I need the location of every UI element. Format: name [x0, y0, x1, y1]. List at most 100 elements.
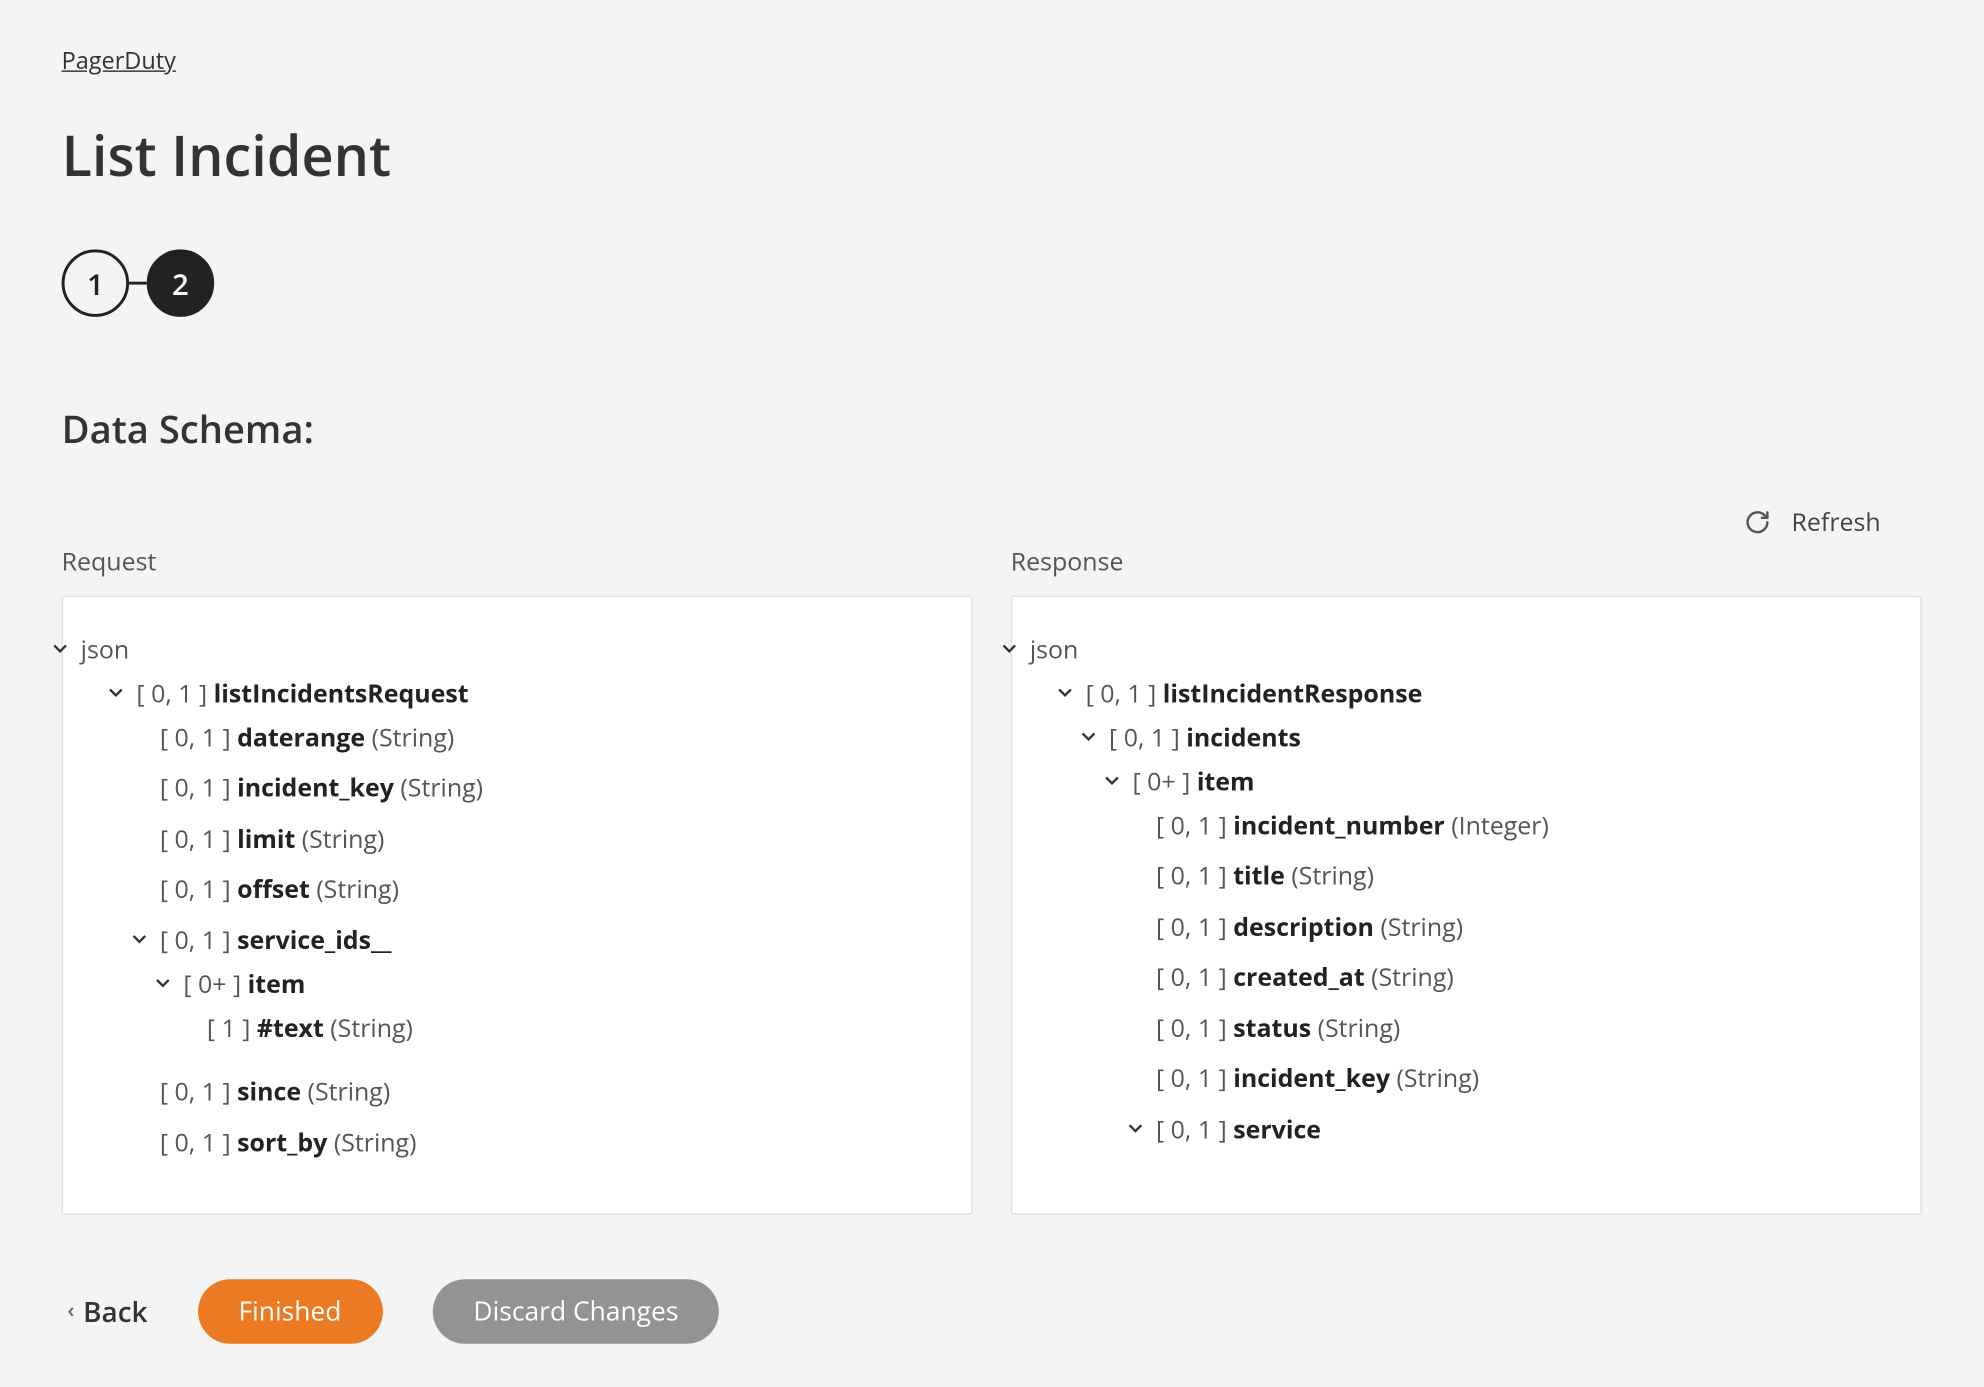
refresh-label: Refresh	[1792, 505, 1881, 539]
tree-node[interactable]: [ 0, 1 ] incident_key (String)	[1127, 1059, 1900, 1096]
chevron-down-icon	[1000, 641, 1018, 656]
field-name: incident_key	[1233, 1061, 1390, 1095]
field-type: (String)	[372, 720, 455, 754]
tree-label: json	[1030, 630, 1078, 667]
field-name: service	[1233, 1111, 1321, 1145]
cardinality: [ 0, 1 ]	[1156, 909, 1227, 943]
cardinality: [ 0, 1 ]	[1156, 1061, 1227, 1095]
field-name: description	[1233, 909, 1374, 943]
field-name: offset	[237, 871, 310, 905]
chevron-down-icon	[1080, 729, 1098, 744]
cardinality: [ 0+ ]	[183, 966, 241, 1000]
chevron-down-icon	[51, 641, 69, 656]
tree-node-json[interactable]: json	[51, 630, 950, 667]
field-type: (String)	[1380, 909, 1463, 943]
tree-label: json	[81, 630, 129, 667]
discard-changes-button[interactable]: Discard Changes	[432, 1278, 719, 1343]
cardinality: [ 0, 1 ]	[1156, 808, 1227, 842]
tree-node-json[interactable]: json	[1000, 630, 1899, 667]
chevron-down-icon	[154, 976, 172, 991]
tree-node[interactable]: [ 0, 1 ] limit (String)	[131, 819, 951, 856]
tree-node-incidents[interactable]: [ 0, 1 ] incidents	[1080, 718, 1900, 755]
field-type: (String)	[1318, 1010, 1401, 1044]
field-name: limit	[237, 821, 295, 855]
tree-node-item[interactable]: [ 0+ ] item	[1103, 762, 1900, 799]
back-button[interactable]: ‹ Back	[67, 1292, 147, 1330]
field-type: (Integer)	[1451, 808, 1549, 842]
tree-node[interactable]: [ 0, 1 ] daterange (String)	[131, 718, 951, 755]
section-title: Data Schema:	[62, 402, 1922, 455]
request-label: Request	[62, 544, 973, 578]
cardinality: [ 0, 1 ]	[160, 1074, 231, 1108]
response-label: Response	[1011, 544, 1922, 578]
field-name: title	[1233, 858, 1285, 892]
tree-node[interactable]: [ 0, 1 ] since (String)	[131, 1072, 951, 1109]
field-name: created_at	[1233, 959, 1364, 993]
field-name: since	[237, 1074, 301, 1108]
cardinality: [ 0, 1 ]	[1156, 858, 1227, 892]
field-type: (String)	[316, 871, 399, 905]
chevron-down-icon	[1127, 1121, 1145, 1136]
cardinality: [ 0, 1 ]	[160, 770, 231, 804]
cardinality: [ 0, 1 ]	[1156, 959, 1227, 993]
field-type: (String)	[330, 1010, 413, 1044]
step-2[interactable]: 2	[147, 249, 214, 316]
field-name: service_ids__	[237, 922, 391, 956]
field-name: sort_by	[237, 1124, 327, 1158]
field-type: (String)	[400, 770, 483, 804]
chevron-down-icon	[131, 932, 149, 947]
tree-node-service-ids[interactable]: [ 0, 1 ] service_ids__	[131, 921, 951, 958]
tree-node[interactable]: [ 0, 1 ] status (String)	[1127, 1009, 1900, 1046]
chevron-down-icon	[1056, 685, 1074, 700]
request-panel: json [ 0, 1 ] listIncidentsRequest	[62, 596, 973, 1214]
field-name: listIncidentResponse	[1163, 676, 1423, 710]
chevron-left-icon: ‹	[67, 1297, 74, 1325]
step-connector	[129, 282, 147, 285]
chevron-down-icon	[1103, 773, 1121, 788]
tree-node-list-incident-response[interactable]: [ 0, 1 ] listIncidentResponse	[1056, 674, 1900, 711]
cardinality: [ 0, 1 ]	[160, 720, 231, 754]
field-type: (String)	[1291, 858, 1374, 892]
cardinality: [ 1 ]	[207, 1010, 251, 1044]
tree-node[interactable]: [ 0, 1 ] incident_number (Integer)	[1127, 806, 1900, 843]
cardinality: [ 0, 1 ]	[160, 871, 231, 905]
field-name: daterange	[237, 720, 365, 754]
field-type: (String)	[302, 821, 385, 855]
field-name: item	[1197, 764, 1255, 798]
field-type: (String)	[1397, 1061, 1480, 1095]
refresh-button[interactable]: Refresh	[1745, 505, 1881, 539]
field-name: item	[248, 966, 306, 1000]
cardinality: [ 0, 1 ]	[136, 676, 207, 710]
refresh-icon	[1745, 508, 1771, 534]
tree-node[interactable]: [ 1 ] #text (String)	[178, 1009, 951, 1046]
tree-node[interactable]: [ 0, 1 ] offset (String)	[131, 870, 951, 907]
cardinality: [ 0, 1 ]	[1156, 1111, 1227, 1145]
finished-button[interactable]: Finished	[197, 1278, 382, 1343]
breadcrumb[interactable]: PagerDuty	[62, 44, 176, 76]
cardinality: [ 0, 1 ]	[1156, 1010, 1227, 1044]
field-name: #text	[257, 1010, 324, 1044]
field-name: status	[1233, 1010, 1311, 1044]
field-type: (String)	[1371, 959, 1454, 993]
tree-node-item[interactable]: [ 0+ ] item	[154, 965, 951, 1002]
cardinality: [ 0+ ]	[1133, 764, 1191, 798]
tree-node[interactable]: [ 0, 1 ] sort_by (String)	[131, 1123, 951, 1160]
step-1[interactable]: 1	[62, 249, 129, 316]
tree-node[interactable]: [ 0, 1 ] description (String)	[1127, 907, 1900, 944]
tree-node[interactable]: [ 0, 1 ] incident_key (String)	[131, 769, 951, 806]
tree-node[interactable]: [ 0, 1 ] title (String)	[1127, 857, 1900, 894]
field-type: (String)	[308, 1074, 391, 1108]
chevron-down-icon	[107, 685, 125, 700]
tree-node-service[interactable]: [ 0, 1 ] service	[1127, 1110, 1900, 1147]
request-column: Request json	[62, 544, 973, 1214]
back-label: Back	[83, 1292, 147, 1330]
cardinality: [ 0, 1 ]	[160, 821, 231, 855]
field-name: incident_number	[1233, 808, 1445, 842]
tree-node[interactable]: [ 0, 1 ] created_at (String)	[1127, 958, 1900, 995]
response-panel: json [ 0, 1 ] listIncidentResponse	[1011, 596, 1922, 1214]
stepper: 1 2	[62, 249, 1922, 316]
tree-node-list-incidents-request[interactable]: [ 0, 1 ] listIncidentsRequest	[107, 674, 951, 711]
cardinality: [ 0, 1 ]	[1086, 676, 1157, 710]
cardinality: [ 0, 1 ]	[1109, 720, 1180, 754]
response-column: Response json	[1011, 544, 1922, 1214]
